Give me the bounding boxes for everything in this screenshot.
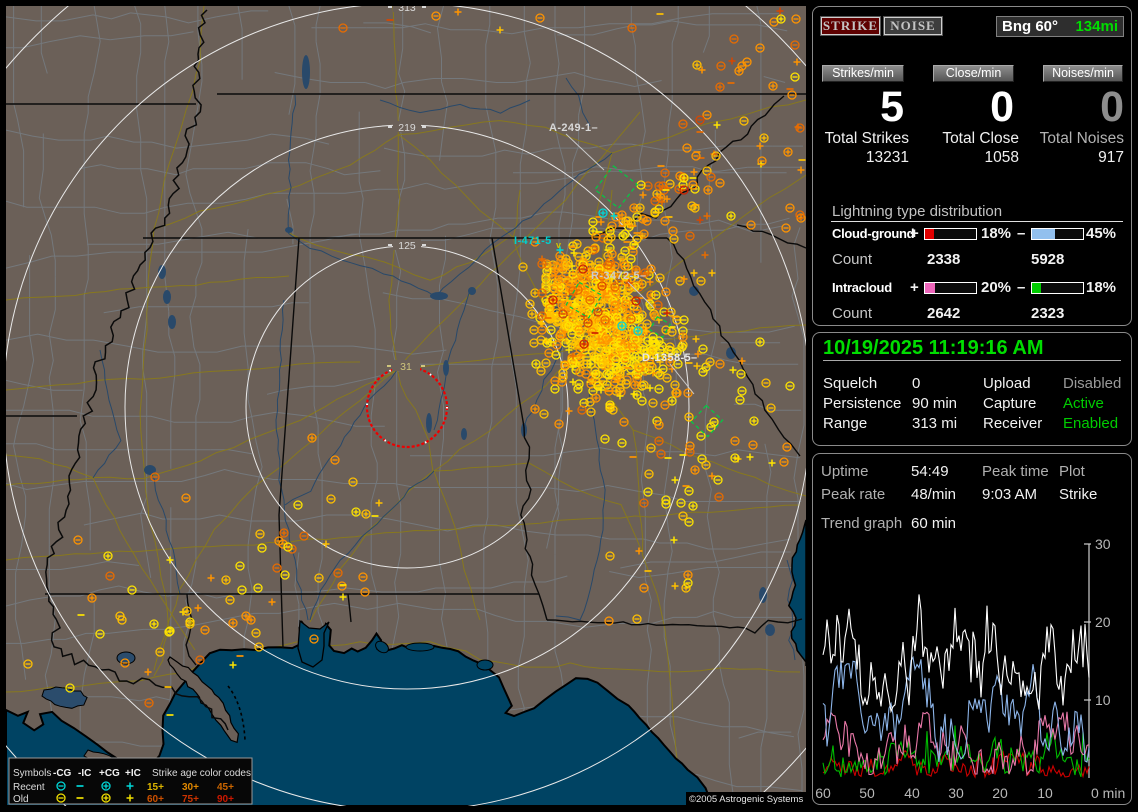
svg-text:30: 30 xyxy=(948,785,964,801)
svg-text:-CG: -CG xyxy=(53,768,72,779)
svg-text:50: 50 xyxy=(859,785,875,801)
svg-text:Strike age color codes: Strike age color codes xyxy=(152,768,251,779)
svg-text:v: v xyxy=(556,240,561,250)
svg-text:60: 60 xyxy=(815,785,831,801)
svg-text:60+: 60+ xyxy=(147,794,164,805)
svg-text:75+: 75+ xyxy=(182,794,199,805)
svg-text:90+: 90+ xyxy=(217,794,234,805)
svg-text:45+: 45+ xyxy=(217,782,234,793)
svg-text:125: 125 xyxy=(398,240,416,252)
svg-text:0 min: 0 min xyxy=(1091,785,1125,801)
svg-text:30: 30 xyxy=(1095,536,1111,552)
svg-text:Old: Old xyxy=(13,794,29,805)
svg-text:20: 20 xyxy=(992,785,1008,801)
svg-text:40: 40 xyxy=(904,785,920,801)
svg-text:219: 219 xyxy=(398,122,416,134)
svg-text:+IC: +IC xyxy=(125,768,141,779)
svg-text:31: 31 xyxy=(400,361,412,373)
svg-text:20: 20 xyxy=(1095,614,1111,630)
svg-text:-IC: -IC xyxy=(78,768,91,779)
svg-text:Recent: Recent xyxy=(13,782,45,793)
svg-text:+CG: +CG xyxy=(99,768,120,779)
svg-text:I-471-5: I-471-5 xyxy=(514,235,552,247)
svg-text:313: 313 xyxy=(398,6,416,14)
svg-text:30+: 30+ xyxy=(182,782,199,793)
svg-text:15+: 15+ xyxy=(147,782,164,793)
svg-text:R-3472-5–: R-3472-5– xyxy=(591,270,647,282)
svg-text:D-1358-5–: D-1358-5– xyxy=(642,352,698,364)
svg-text:A-249-1–: A-249-1– xyxy=(549,122,598,134)
svg-text:10: 10 xyxy=(1095,692,1111,708)
svg-text:Symbols: Symbols xyxy=(13,768,51,779)
svg-text:10: 10 xyxy=(1037,785,1053,801)
svg-text:©2005 Astrogenic Systems: ©2005 Astrogenic Systems xyxy=(689,794,803,805)
